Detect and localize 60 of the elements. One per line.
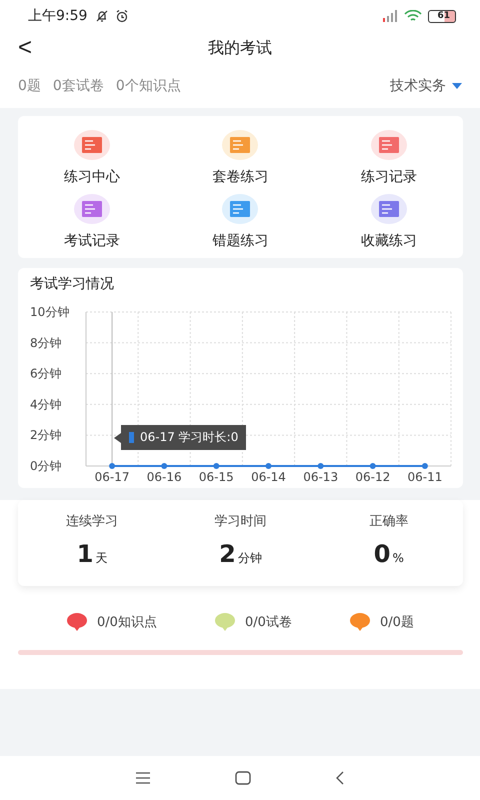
data-point [161, 463, 168, 469]
y-axis-label: 0分钟 [30, 459, 62, 473]
y-axis-label: 8分钟 [30, 336, 62, 350]
x-axis-label: 06-15 [198, 470, 234, 484]
summary-count: 0套试卷 [52, 77, 104, 95]
x-axis-label: 06-17 [94, 470, 130, 484]
battery-indicator: 61 [428, 10, 456, 22]
mute-icon [95, 9, 110, 23]
x-axis-label: 06-12 [355, 470, 390, 484]
signal-icon [382, 10, 398, 22]
legend-label: 0/0知识点 [97, 614, 157, 631]
document-icon [222, 194, 258, 224]
y-axis-label: 10分钟 [30, 305, 70, 319]
stat-label: 正确率 [369, 513, 408, 530]
back-icon[interactable] [335, 771, 345, 785]
subject-dropdown[interactable]: 技术实务 [390, 77, 462, 95]
x-axis-label: 06-14 [251, 470, 286, 484]
stat-value: 0% [374, 540, 404, 568]
dropdown-caret-icon [452, 83, 462, 89]
stat-label: 连续学习 [66, 513, 118, 530]
data-point [109, 463, 116, 469]
document-icon [74, 130, 110, 160]
menu-item[interactable]: 收藏练习 [314, 194, 463, 250]
data-point [213, 463, 220, 469]
data-point [266, 463, 272, 469]
summary-count: 0题 [18, 77, 41, 95]
menu-item[interactable]: 练习中心 [18, 130, 166, 186]
y-axis-label: 6分钟 [30, 366, 62, 381]
legend-label: 0/0题 [380, 614, 414, 631]
series-color-marker [129, 432, 134, 443]
alarm-icon [115, 9, 130, 23]
home-icon[interactable] [235, 771, 251, 785]
menu-item[interactable]: 套卷练习 [166, 130, 315, 186]
data-point [318, 463, 324, 469]
document-icon [370, 194, 407, 224]
chart-title: 考试学习情况 [29, 275, 115, 294]
stat-value: 2 分钟 [219, 540, 262, 568]
summary-count: 0个知识点 [116, 77, 181, 95]
menu-item[interactable]: 考试记录 [18, 194, 166, 250]
document-icon [370, 130, 407, 160]
tooltip-text: 06-17 学习时长:0 [140, 429, 238, 446]
legend-label: 0/0试卷 [245, 614, 292, 631]
data-point [370, 463, 376, 469]
x-axis-label: 06-13 [303, 470, 338, 484]
status-time: 上午9:59 [28, 7, 88, 25]
back-button[interactable]: < [14, 34, 36, 62]
y-axis-label: 2分钟 [30, 428, 62, 442]
menu-icon[interactable] [135, 772, 151, 784]
data-point [422, 463, 428, 469]
y-axis-label: 4分钟 [30, 397, 62, 412]
document-icon [222, 130, 258, 160]
x-axis-label: 06-11 [408, 470, 442, 484]
x-axis-label: 06-16 [146, 470, 182, 484]
stat-label: 学习时间 [214, 513, 266, 530]
wifi-icon [404, 10, 422, 22]
document-icon [74, 194, 110, 224]
page-title: 我的考试 [208, 38, 272, 58]
stat-value: 1 天 [76, 540, 108, 568]
menu-item[interactable]: 错题练习 [166, 194, 315, 250]
menu-item[interactable]: 练习记录 [314, 130, 463, 186]
